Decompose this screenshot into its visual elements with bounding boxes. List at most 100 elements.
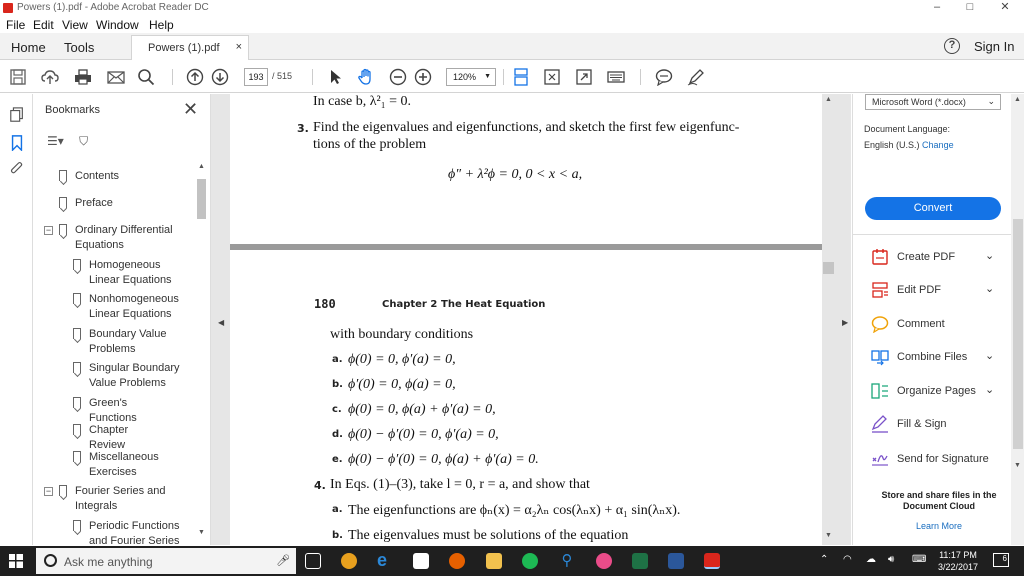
document-view[interactable]: In case b, λ²₁ = 0. 3. Find the eigenval… — [211, 94, 851, 545]
page-number-header: 180 — [314, 297, 336, 311]
window-title: Powers (1).pdf - Adobe Acrobat Reader DC — [17, 2, 209, 13]
minimize-button[interactable]: – — [920, 0, 954, 16]
search-icon[interactable] — [136, 67, 156, 87]
doc-text: The eigenvalues must be solutions of the… — [348, 528, 629, 543]
previous-page-icon[interactable] — [185, 67, 205, 87]
bookmarks-panel-icon[interactable] — [8, 134, 26, 152]
tool-fill-sign[interactable]: Fill & Sign — [871, 415, 1011, 433]
taskbar-clock[interactable]: 11:17 PM 3/22/2017 — [930, 549, 986, 573]
file-explorer-icon[interactable] — [486, 553, 502, 569]
taskbar-search-input[interactable]: Ask me anything 🎤︎ — [36, 548, 296, 574]
doc-text: Find the eigenvalues and eigenfunctions,… — [313, 120, 740, 135]
tool-send-for-signature[interactable]: Send for Signature — [871, 450, 1011, 468]
tab-document[interactable]: Powers (1).pdf × — [131, 35, 249, 60]
fit-page-icon[interactable] — [542, 67, 562, 87]
bookmark-options-menu-icon[interactable]: ☰▾ — [47, 134, 64, 148]
menu-edit[interactable]: Edit — [33, 18, 54, 32]
scroll-down-icon[interactable]: ▼ — [1014, 462, 1021, 469]
collapse-left-pane-icon[interactable]: ◀ — [218, 318, 224, 327]
word-icon[interactable] — [668, 553, 684, 569]
tools-pane-scrollbar[interactable]: ▲ ▼ — [1011, 94, 1024, 545]
collapse-icon[interactable]: − — [44, 487, 53, 496]
firefox-icon[interactable] — [449, 553, 465, 569]
tray-chevron-icon[interactable]: ⌃ — [820, 554, 828, 565]
tab-tools[interactable]: Tools — [64, 40, 94, 55]
export-format-select[interactable]: Microsoft Word (*.docx) ⌄ — [865, 94, 1001, 110]
scroll-down-icon[interactable]: ▼ — [825, 532, 832, 539]
document-scroll-thumb[interactable] — [823, 262, 834, 274]
combine-files-icon — [871, 350, 889, 366]
document-scrollbar[interactable]: ▲ ▼ — [823, 94, 837, 545]
chevron-down-icon[interactable]: ⌄ — [985, 282, 994, 295]
new-bookmark-icon[interactable]: ⛉ — [79, 134, 88, 148]
scroll-up-icon[interactable]: ▲ — [1014, 96, 1021, 103]
edge-icon[interactable]: e — [377, 551, 393, 569]
excel-icon[interactable] — [632, 553, 648, 569]
next-page-icon[interactable] — [210, 67, 230, 87]
store-icon[interactable] — [413, 553, 429, 569]
bookmarks-scrollbar[interactable]: ▲ ▼ — [197, 163, 206, 539]
spotify-icon[interactable] — [522, 553, 538, 569]
chevron-down-icon[interactable]: ⌄ — [985, 349, 994, 362]
close-tab-icon[interactable]: × — [236, 41, 242, 53]
page-number-input[interactable]: 193 — [244, 68, 268, 86]
email-icon[interactable] — [106, 67, 126, 87]
maximize-button[interactable]: □ — [953, 0, 987, 16]
chevron-down-icon[interactable]: ⌄ — [985, 383, 994, 396]
comment-icon[interactable] — [654, 67, 674, 87]
menu-file[interactable]: File — [6, 18, 25, 32]
full-screen-icon[interactable] — [574, 67, 594, 87]
change-language-link[interactable]: Change — [922, 140, 954, 150]
close-bookmarks-icon[interactable]: ✕ — [183, 99, 198, 120]
zoom-out-icon[interactable] — [388, 67, 408, 87]
zoom-in-icon[interactable] — [413, 67, 433, 87]
print-icon[interactable] — [73, 67, 93, 87]
keyboard-tray-icon[interactable]: ⌨ — [912, 554, 926, 565]
task-view-icon[interactable] — [305, 553, 321, 569]
select-cursor-icon[interactable] — [326, 67, 346, 87]
sign-in-link[interactable]: Sign In — [974, 39, 1014, 54]
keyboard-icon[interactable] — [606, 67, 626, 87]
bookmark-icon — [73, 424, 81, 435]
wifi-icon[interactable]: ◠ — [843, 554, 852, 565]
chevron-down-icon[interactable]: ⌄ — [985, 249, 994, 262]
tool-combine-files[interactable]: Combine Files ⌄ — [871, 348, 1011, 366]
bookmark-icon — [59, 170, 67, 181]
tool-edit-pdf[interactable]: Edit PDF ⌄ — [871, 281, 1011, 299]
menu-help[interactable]: Help — [149, 18, 174, 32]
scroll-down-icon[interactable]: ▼ — [198, 529, 205, 536]
page-display-icon[interactable] — [511, 67, 531, 87]
acrobat-taskbar-icon[interactable] — [704, 553, 720, 569]
tools-pane-scroll-thumb[interactable] — [1013, 219, 1023, 449]
convert-button[interactable]: Convert — [865, 197, 1001, 220]
page-thumbnails-icon[interactable] — [8, 106, 26, 124]
itunes-icon[interactable] — [596, 553, 612, 569]
action-center-icon[interactable]: 6 — [993, 553, 1009, 567]
maps-icon[interactable]: ⚲ — [559, 553, 575, 569]
scroll-up-icon[interactable]: ▲ — [825, 96, 832, 103]
tab-home[interactable]: Home — [11, 40, 46, 55]
menu-view[interactable]: View — [62, 18, 88, 32]
upload-cloud-icon[interactable] — [40, 67, 60, 87]
attachments-icon[interactable] — [8, 160, 26, 178]
zoom-select[interactable]: 120% ▼ — [446, 68, 496, 86]
tool-create-pdf[interactable]: Create PDF ⌄ — [871, 248, 1011, 266]
bookmarks-scroll-thumb[interactable] — [197, 179, 206, 219]
scroll-up-icon[interactable]: ▲ — [198, 163, 205, 170]
volume-icon[interactable]: 🔊︎ — [888, 554, 894, 565]
chrome-icon[interactable] — [341, 553, 357, 569]
tool-comment[interactable]: Comment — [871, 315, 1011, 333]
windows-start-icon[interactable] — [9, 554, 23, 568]
tool-organize-pages[interactable]: Organize Pages ⌄ — [871, 382, 1011, 400]
learn-more-link[interactable]: Learn More — [869, 521, 1009, 531]
onedrive-icon[interactable]: ☁ — [866, 554, 876, 565]
collapse-icon[interactable]: − — [44, 226, 53, 235]
menu-window[interactable]: Window — [96, 18, 139, 32]
microphone-icon[interactable]: 🎤︎ — [276, 554, 290, 567]
close-window-button[interactable]: ✕ — [988, 0, 1022, 16]
save-icon[interactable] — [8, 67, 28, 87]
hand-tool-icon[interactable] — [356, 67, 376, 87]
draw-pen-icon[interactable] — [686, 67, 706, 87]
collapse-right-pane-icon[interactable]: ▶ — [842, 318, 848, 327]
help-icon[interactable]: ? — [944, 38, 960, 54]
